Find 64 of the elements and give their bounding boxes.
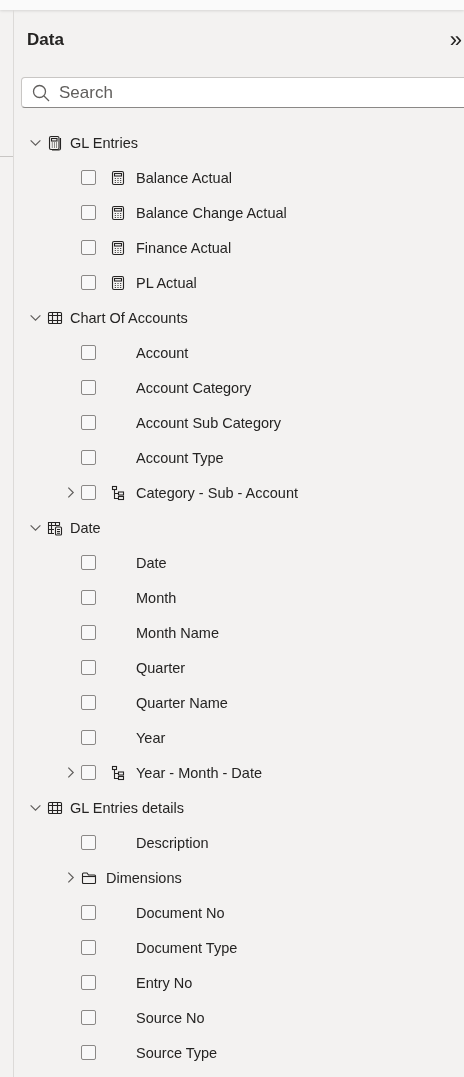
calculator-icon	[110, 239, 126, 256]
checkbox[interactable]	[81, 1010, 96, 1025]
field-label[interactable]: Balance Actual	[136, 169, 232, 186]
field-label[interactable]: Account	[136, 344, 189, 361]
field-label[interactable]: Finance Actual	[136, 239, 232, 256]
field-label[interactable]: Category - Sub - Account	[136, 484, 298, 501]
checkbox[interactable]	[81, 660, 96, 675]
checkbox[interactable]	[81, 380, 96, 395]
checkbox[interactable]	[81, 170, 96, 185]
checkbox[interactable]	[81, 905, 96, 920]
table-label[interactable]: Date	[70, 519, 101, 536]
checkbox[interactable]	[81, 1045, 96, 1060]
field-label[interactable]: Document Type	[136, 939, 238, 956]
checkbox[interactable]	[81, 940, 96, 955]
checkbox[interactable]	[81, 765, 96, 780]
table-icon	[47, 799, 63, 816]
calculator-icon	[110, 274, 126, 291]
field-label[interactable]: PL Actual	[136, 274, 197, 291]
field-label[interactable]: Month Name	[136, 624, 219, 641]
checkbox[interactable]	[81, 975, 96, 990]
checkbox[interactable]	[81, 625, 96, 640]
field-label[interactable]: Month	[136, 589, 177, 606]
checkbox[interactable]	[81, 485, 96, 500]
checkbox[interactable]	[81, 450, 96, 465]
hierarchy-icon	[110, 484, 126, 501]
checkbox[interactable]	[81, 205, 96, 220]
checkbox[interactable]	[81, 730, 96, 745]
collapse-button[interactable]: »	[449, 29, 462, 51]
folder-icon	[81, 869, 97, 886]
field-label[interactable]: Source No	[136, 1009, 205, 1026]
calculator-icon	[110, 169, 126, 186]
table-label[interactable]: GL Entries	[70, 134, 138, 151]
pane-title: Data	[27, 30, 64, 50]
field-label[interactable]: Year	[136, 729, 166, 746]
field-label[interactable]: Source Type	[136, 1044, 218, 1061]
hierarchy-icon	[110, 764, 126, 781]
table-label[interactable]: Chart Of Accounts	[70, 309, 188, 326]
table-icon	[47, 309, 63, 326]
checkbox[interactable]	[81, 695, 96, 710]
field-label[interactable]: Quarter	[136, 659, 186, 676]
calculator-table-icon	[47, 519, 63, 536]
field-label[interactable]: Document No	[136, 904, 225, 921]
folder-label[interactable]: Dimensions	[106, 869, 182, 886]
calculator-icon	[47, 134, 63, 151]
checkbox[interactable]	[81, 835, 96, 850]
checkbox[interactable]	[81, 555, 96, 570]
checkbox[interactable]	[81, 590, 96, 605]
checkbox[interactable]	[81, 345, 96, 360]
checkbox[interactable]	[81, 415, 96, 430]
checkbox[interactable]	[81, 240, 96, 255]
field-label[interactable]: Date	[136, 554, 167, 571]
search-icon	[32, 84, 50, 102]
calculator-icon	[110, 204, 126, 221]
field-label[interactable]: Year - Month - Date	[136, 764, 262, 781]
search-field[interactable]: Search	[21, 77, 464, 108]
field-label[interactable]: Account Sub Category	[136, 414, 282, 431]
field-label[interactable]: Description	[136, 834, 209, 851]
table-label[interactable]: GL Entries details	[70, 799, 184, 816]
field-label[interactable]: Account Type	[136, 449, 224, 466]
checkbox[interactable]	[81, 275, 96, 290]
field-label[interactable]: Balance Change Actual	[136, 204, 287, 221]
field-label[interactable]: Account Category	[136, 379, 252, 396]
field-label[interactable]: Entry No	[136, 974, 193, 991]
field-label[interactable]: Quarter Name	[136, 694, 228, 711]
